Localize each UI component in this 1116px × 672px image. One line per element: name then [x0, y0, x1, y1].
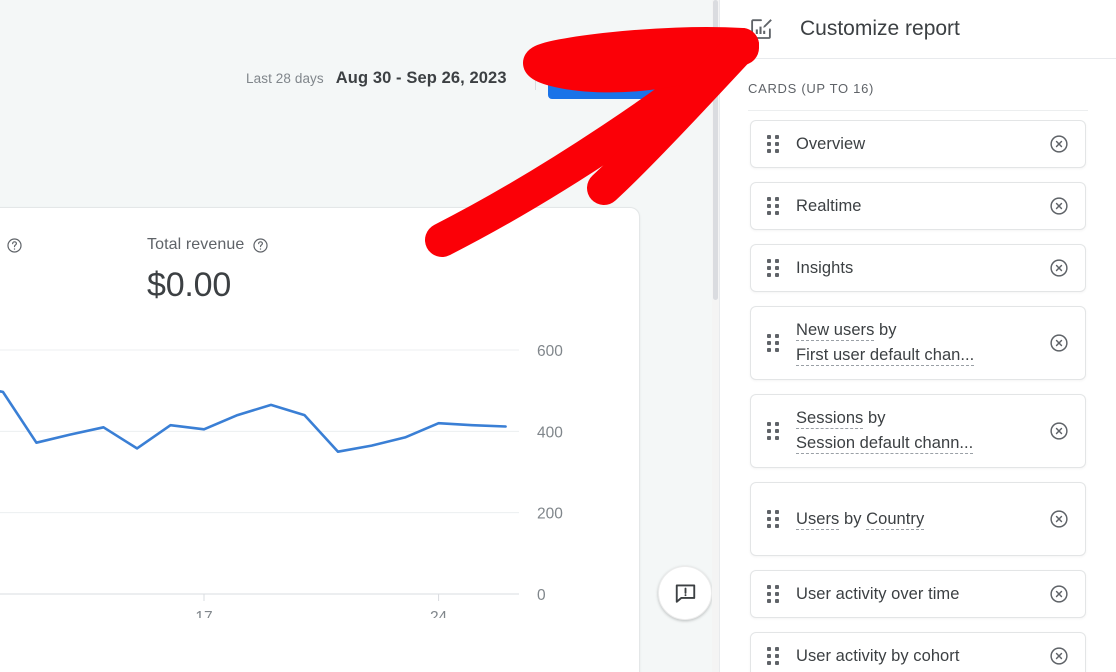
card-label: Realtime: [796, 194, 1037, 219]
card-label: User activity by cohort: [796, 644, 1037, 669]
chart-y-tick-label: 200: [537, 506, 563, 523]
remove-card-button[interactable]: [1047, 132, 1071, 156]
cards-section-label: CARDS (UP TO 16): [748, 81, 874, 96]
remove-card-button[interactable]: [1047, 419, 1071, 443]
toolbar-divider: [535, 56, 536, 90]
metrics-row: nt time Total revenue: [0, 234, 639, 324]
drag-handle-icon[interactable]: [767, 334, 779, 352]
drag-handle-icon[interactable]: [767, 647, 779, 665]
help-icon[interactable]: [6, 237, 23, 254]
card-label: Sessions bySession default chann...: [796, 406, 1037, 456]
drag-handle-icon[interactable]: [767, 510, 779, 528]
panel-header: Customize report: [720, 0, 1116, 59]
chart-y-tick-label: 0: [537, 587, 546, 604]
card-label: Overview: [796, 132, 1037, 157]
customize-report-panel: Customize report CARDS (UP TO 16) Overvi…: [720, 0, 1116, 672]
card-item[interactable]: Overview: [750, 120, 1086, 168]
card-item[interactable]: User activity by cohort: [750, 632, 1086, 672]
cards-list[interactable]: Overview Realtime Insights New users byFirs…: [720, 120, 1116, 672]
card-item[interactable]: User activity over time: [750, 570, 1086, 618]
remove-circle-icon: [1048, 133, 1070, 155]
metric-total-revenue: Total revenue $0.00: [147, 234, 269, 306]
remove-circle-icon: [1048, 645, 1070, 667]
report-main-area: Last 28 days Aug 30 - Sep 26, 2023 Save.…: [0, 0, 719, 672]
chart-y-tick-label: 600: [537, 343, 563, 360]
card-item[interactable]: Sessions bySession default chann...: [750, 394, 1086, 468]
drag-handle-icon[interactable]: [767, 197, 779, 215]
section-divider: [748, 110, 1088, 111]
card-item[interactable]: Realtime: [750, 182, 1086, 230]
remove-card-button[interactable]: [1047, 644, 1071, 668]
remove-card-button[interactable]: [1047, 331, 1071, 355]
date-range-preset-label: Last 28 days: [246, 71, 324, 86]
date-range-selector[interactable]: Last 28 days Aug 30 - Sep 26, 2023: [246, 55, 507, 101]
chart-x-tick-label: 24: [430, 609, 448, 618]
date-range-value: Aug 30 - Sep 26, 2023: [336, 69, 507, 88]
chart-x-tick-label: 17: [195, 609, 212, 618]
remove-circle-icon: [1048, 332, 1070, 354]
remove-circle-icon: [1048, 257, 1070, 279]
card-label: New users byFirst user default chan...: [796, 318, 1037, 368]
scrollbar-thumb[interactable]: [713, 0, 718, 300]
feedback-button[interactable]: [658, 566, 712, 620]
line-chart-svg: 0 200 400 600 17 24: [0, 336, 639, 618]
remove-card-button[interactable]: [1047, 582, 1071, 606]
metric-value: $0.00: [147, 264, 269, 306]
panel-title: Customize report: [800, 17, 960, 41]
metric-header: nt time: [0, 234, 23, 256]
card-item[interactable]: Insights: [750, 244, 1086, 292]
remove-card-button[interactable]: [1047, 256, 1071, 280]
card-label: Insights: [796, 256, 1037, 281]
main-pane-scrollbar[interactable]: [712, 0, 719, 672]
chart-y-tick-label: 400: [537, 424, 563, 441]
card-item[interactable]: New users byFirst user default chan...: [750, 306, 1086, 380]
remove-card-button[interactable]: [1047, 507, 1071, 531]
line-chart: 0 200 400 600 17 24: [0, 336, 639, 618]
drag-handle-icon[interactable]: [767, 422, 779, 440]
drag-handle-icon[interactable]: [767, 259, 779, 277]
drag-handle-icon[interactable]: [767, 585, 779, 603]
chart-series-line: [0, 386, 506, 452]
feedback-icon: [673, 581, 698, 606]
remove-circle-icon: [1048, 420, 1070, 442]
remove-circle-icon: [1048, 583, 1070, 605]
save-button-label: Save..: [593, 70, 640, 88]
metric-header: Total revenue: [147, 234, 269, 256]
app-root: Last 28 days Aug 30 - Sep 26, 2023 Save.…: [0, 0, 1116, 672]
metric-engagement-time: nt time: [0, 234, 23, 264]
metric-title: Total revenue: [147, 236, 244, 254]
card-label: Users by Country: [796, 507, 1037, 532]
remove-card-button[interactable]: [1047, 194, 1071, 218]
card-label: User activity over time: [796, 582, 1037, 607]
card-item[interactable]: Users by Country: [750, 482, 1086, 556]
save-icon: [564, 69, 583, 88]
drag-handle-icon[interactable]: [767, 135, 779, 153]
remove-circle-icon: [1048, 508, 1070, 530]
help-icon[interactable]: [252, 237, 269, 254]
report-card: nt time Total revenue: [0, 207, 640, 672]
remove-circle-icon: [1048, 195, 1070, 217]
save-button[interactable]: Save..: [548, 58, 666, 99]
edit-chart-icon[interactable]: [748, 16, 774, 42]
